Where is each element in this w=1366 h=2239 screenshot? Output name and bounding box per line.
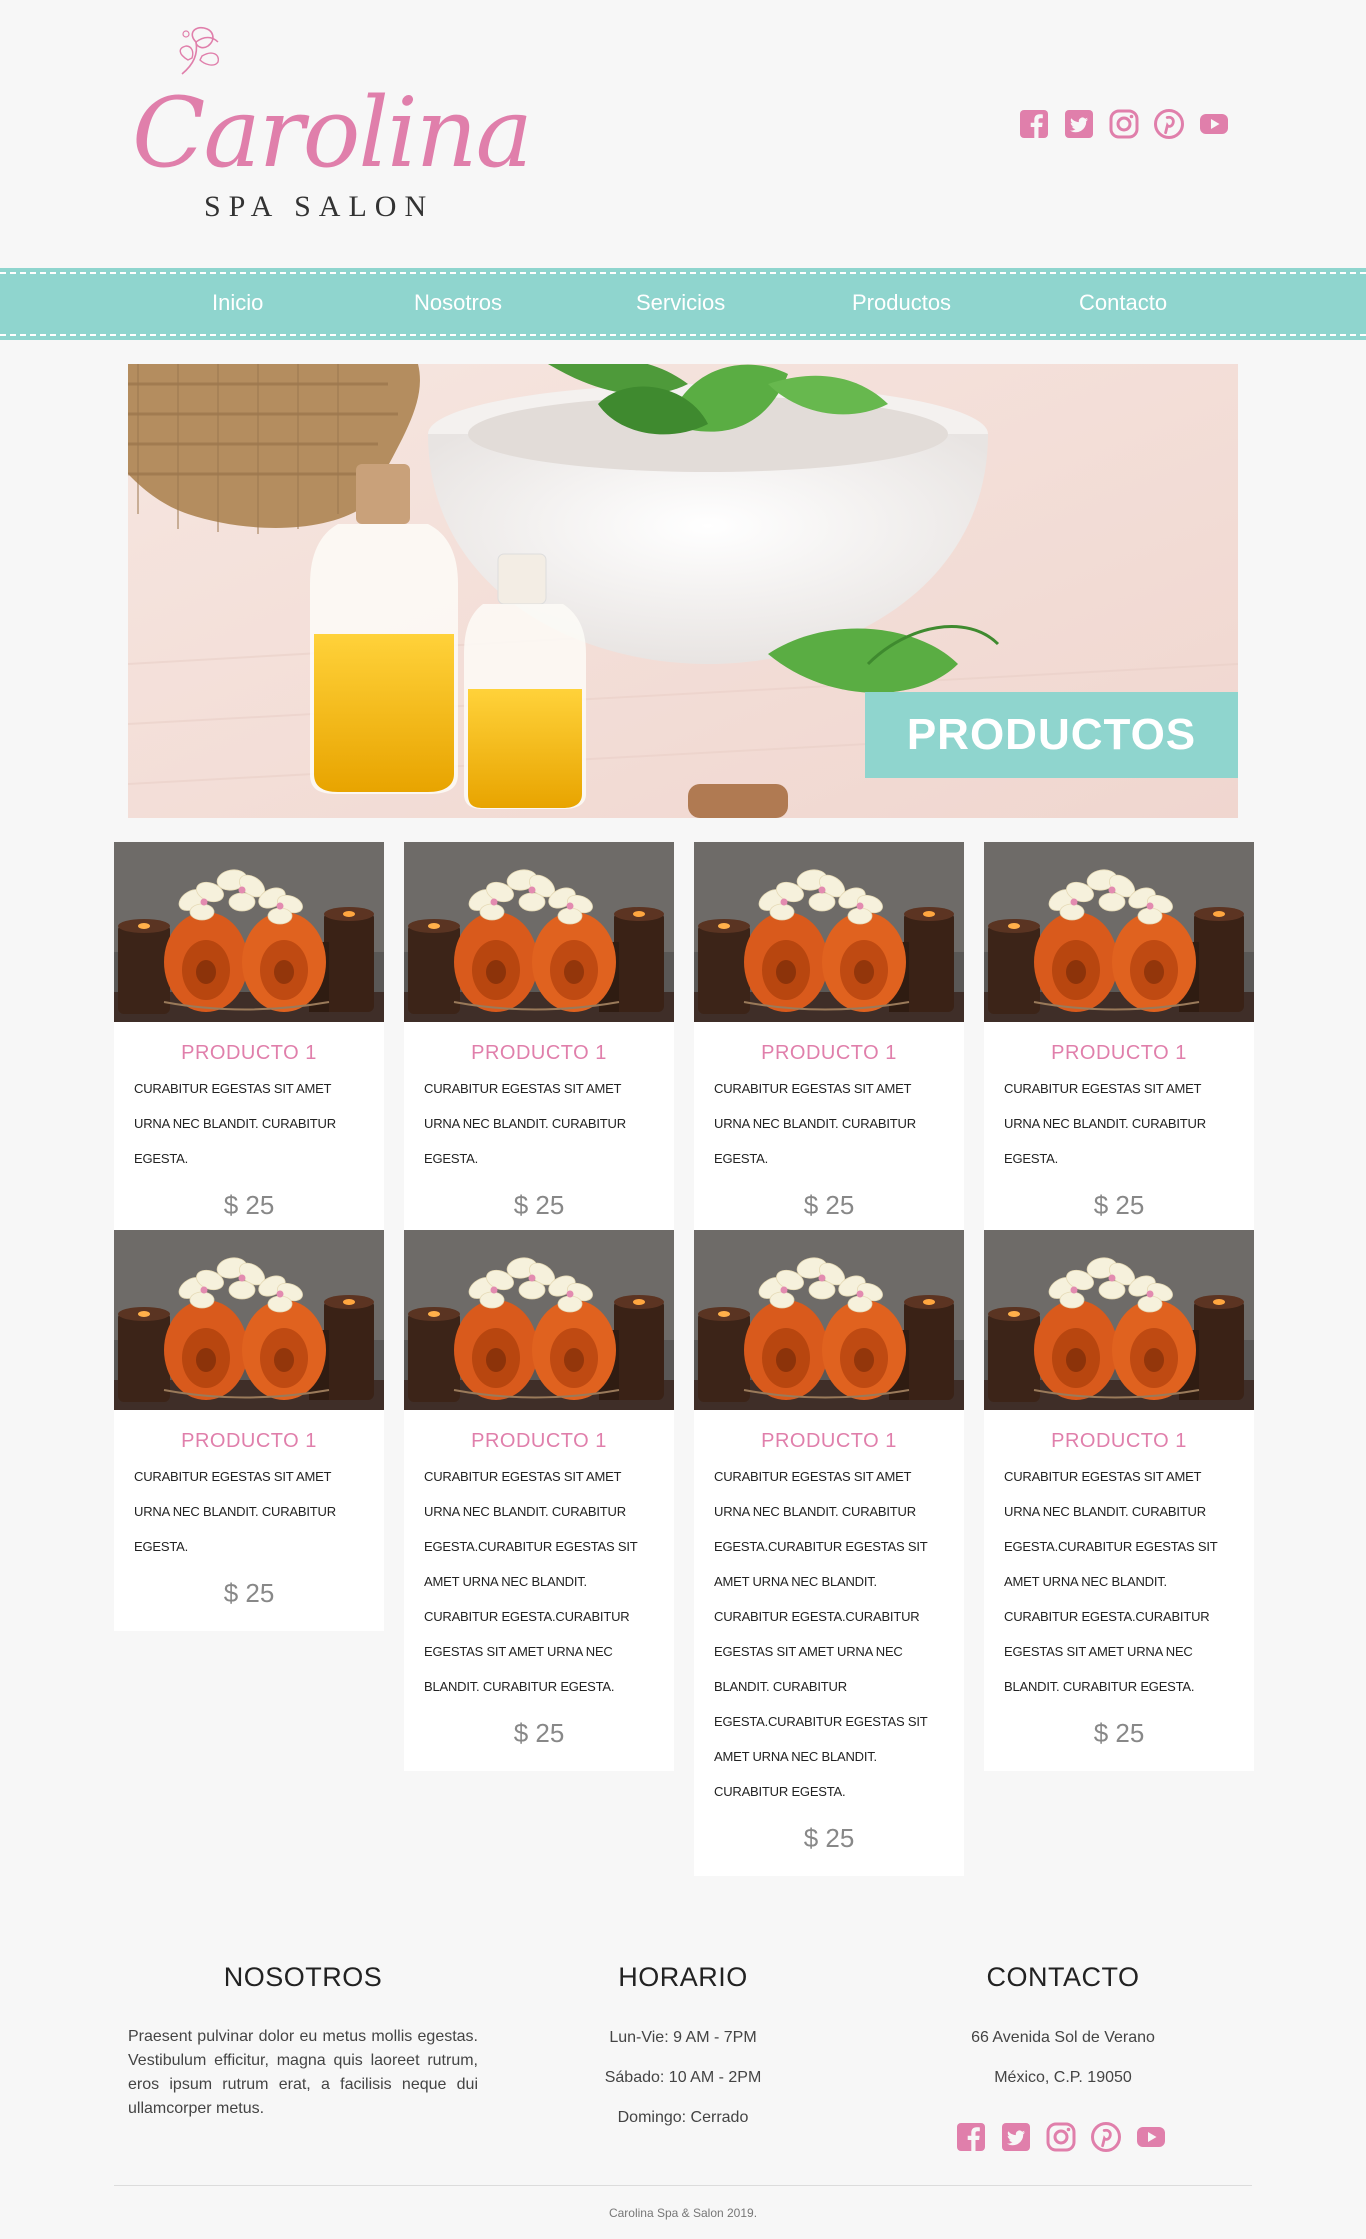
product-price: $ 25 <box>223 1190 275 1220</box>
product-title[interactable]: PRODUCTO 1 <box>984 1042 1254 1065</box>
banner-label: PRODUCTOS <box>865 692 1238 778</box>
nav-item-nosotros[interactable]: Nosotros <box>414 290 502 316</box>
flower-logo-icon <box>179 26 219 75</box>
horario-line: Lun-Vie: 9 AM - 7PM <box>609 2029 757 2046</box>
product-price: $ 25 <box>513 1190 565 1220</box>
product-description: CURABITUR EGESTAS SIT AMET URNA NEC BLAN… <box>424 1469 638 1694</box>
product-description: CURABITUR EGESTAS SIT AMET URNA NEC BLAN… <box>714 1081 916 1166</box>
horario-line: Domingo: Cerrado <box>617 2109 749 2126</box>
footer-horario-title: HORARIO <box>618 1962 748 1992</box>
product-title[interactable]: PRODUCTO 1 <box>114 1042 384 1065</box>
youtube-icon[interactable] <box>1198 108 1230 140</box>
product-price: $ 25 <box>1093 1190 1145 1220</box>
contacto-postal: México, C.P. 19050 <box>994 2069 1132 2086</box>
copyright: Carolina Spa & Salon 2019. <box>608 2206 758 2220</box>
product-image[interactable] <box>404 1230 674 1410</box>
product-price: $ 25 <box>513 1718 565 1748</box>
logo-subtitle: SPA SALON <box>204 190 435 223</box>
product-card[interactable]: PRODUCTO 1 CURABITUR EGESTAS SIT AMET URN… <box>984 842 1254 1243</box>
footer-nosotros-title: NOSOTROS <box>223 1962 383 1992</box>
product-card[interactable]: PRODUCTO 1 CURABITUR EGESTAS SIT AMET URN… <box>694 1230 964 1876</box>
product-description: CURABITUR EGESTAS SIT AMET URNA NEC BLAN… <box>134 1081 336 1166</box>
facebook-icon[interactable] <box>955 2121 987 2153</box>
product-image[interactable] <box>984 842 1254 1022</box>
product-card[interactable]: PRODUCTO 1 CURABITUR EGESTAS SIT AMET URN… <box>404 842 674 1243</box>
product-description: CURABITUR EGESTAS SIT AMET URNA NEC BLAN… <box>134 1469 336 1554</box>
facebook-icon[interactable] <box>1018 108 1050 140</box>
contacto-address: 66 Avenida Sol de Verano <box>971 2029 1155 2046</box>
pinterest-icon[interactable] <box>1153 108 1185 140</box>
product-card[interactable]: PRODUCTO 1 CURABITUR EGESTAS SIT AMET URN… <box>694 842 964 1243</box>
youtube-icon[interactable] <box>1135 2121 1167 2153</box>
product-card[interactable]: PRODUCTO 1 CURABITUR EGESTAS SIT AMET URN… <box>114 842 384 1243</box>
footer-social-links <box>955 2121 1167 2153</box>
footer-nosotros: NOSOTROS Praesent pulvinar dolor eu metu… <box>128 1962 478 2121</box>
product-image[interactable] <box>114 842 384 1022</box>
product-title[interactable]: PRODUCTO 1 <box>694 1042 964 1065</box>
product-image[interactable] <box>694 1230 964 1410</box>
product-description: CURABITUR EGESTAS SIT AMET URNA NEC BLAN… <box>1004 1469 1218 1694</box>
product-image[interactable] <box>984 1230 1254 1410</box>
product-description: CURABITUR EGESTAS SIT AMET URNA NEC BLAN… <box>714 1469 928 1799</box>
horario-line: Sábado: 10 AM - 2PM <box>604 2069 762 2086</box>
header-social-links <box>1018 108 1230 140</box>
main-nav: Inicio Nosotros Servicios Productos Cont… <box>0 268 1366 340</box>
footer-horario: HORARIO Lun-Vie: 9 AM - 7PM Sábado: 10 A… <box>533 1962 833 2127</box>
product-image[interactable] <box>404 842 674 1022</box>
hero-banner: PRODUCTOS <box>128 364 1238 818</box>
product-description: CURABITUR EGESTAS SIT AMET URNA NEC BLAN… <box>424 1081 626 1166</box>
product-title[interactable]: PRODUCTO 1 <box>984 1430 1254 1453</box>
footer-contacto: CONTACTO 66 Avenida Sol de Verano México… <box>913 1962 1213 2087</box>
product-card[interactable]: PRODUCTO 1 CURABITUR EGESTAS SIT AMET URN… <box>114 1230 384 1631</box>
product-price: $ 25 <box>803 1823 855 1853</box>
product-price: $ 25 <box>223 1578 275 1608</box>
site-header: Carolina SPA SALON <box>0 0 1366 265</box>
nav-item-servicios[interactable]: Servicios <box>636 290 725 316</box>
product-title[interactable]: PRODUCTO 1 <box>694 1430 964 1453</box>
product-description: CURABITUR EGESTAS SIT AMET URNA NEC BLAN… <box>1004 1081 1206 1166</box>
instagram-icon[interactable] <box>1108 108 1140 140</box>
product-image[interactable] <box>694 842 964 1022</box>
nav-item-productos[interactable]: Productos <box>852 290 951 316</box>
product-title[interactable]: PRODUCTO 1 <box>404 1430 674 1453</box>
product-title[interactable]: PRODUCTO 1 <box>114 1430 384 1453</box>
product-title[interactable]: PRODUCTO 1 <box>404 1042 674 1065</box>
product-image[interactable] <box>114 1230 384 1410</box>
twitter-icon[interactable] <box>1063 108 1095 140</box>
product-price: $ 25 <box>1093 1718 1145 1748</box>
pinterest-icon[interactable] <box>1090 2121 1122 2153</box>
instagram-icon[interactable] <box>1045 2121 1077 2153</box>
logo-script-text: Carolina <box>132 77 533 189</box>
nav-item-contacto[interactable]: Contacto <box>1079 290 1167 316</box>
nav-item-inicio[interactable]: Inicio <box>212 290 263 316</box>
product-price: $ 25 <box>803 1190 855 1220</box>
site-logo[interactable]: Carolina SPA SALON <box>132 22 533 232</box>
footer-nosotros-text: Praesent pulvinar dolor eu metus mollis … <box>128 2028 478 2117</box>
product-card[interactable]: PRODUCTO 1 CURABITUR EGESTAS SIT AMET URN… <box>404 1230 674 1771</box>
footer-divider <box>114 2185 1252 2186</box>
product-card[interactable]: PRODUCTO 1 CURABITUR EGESTAS SIT AMET URN… <box>984 1230 1254 1771</box>
footer-contacto-title: CONTACTO <box>986 1962 1140 1992</box>
twitter-icon[interactable] <box>1000 2121 1032 2153</box>
